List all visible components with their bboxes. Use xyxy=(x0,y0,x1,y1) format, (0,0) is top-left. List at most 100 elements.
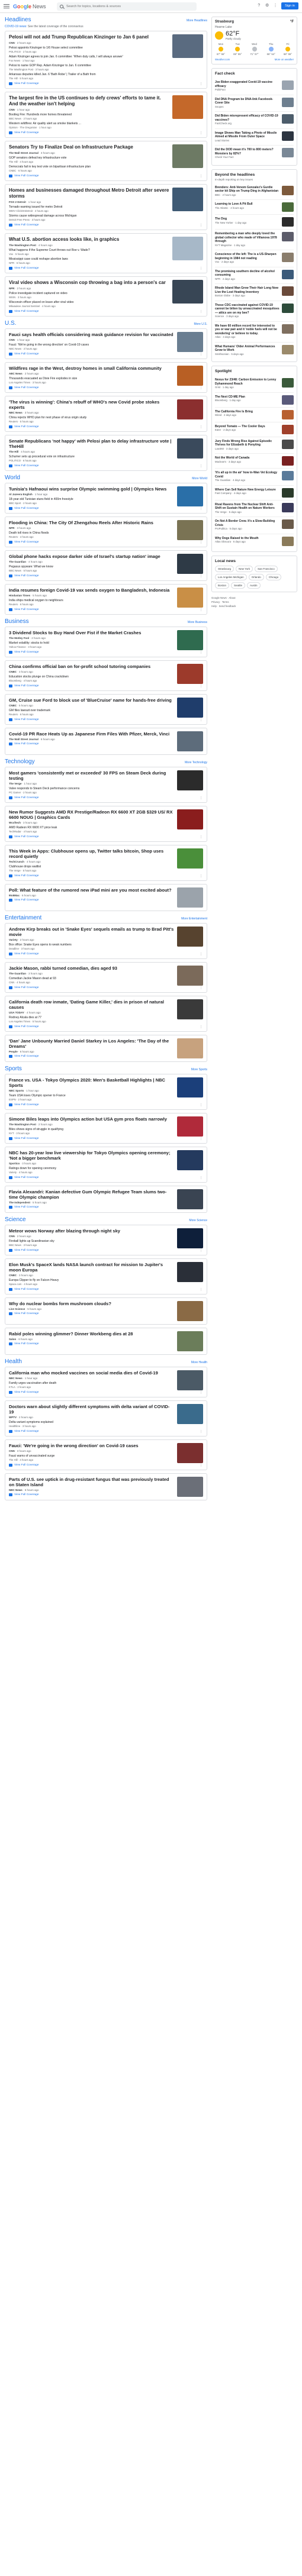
related-story-title[interactable]: Market volatility: stocks to hold xyxy=(9,641,49,645)
beyond-item-text[interactable]: We have 60 million record for interested… xyxy=(215,324,279,340)
spotlight-item-thumbnail[interactable] xyxy=(282,536,294,546)
beyond-item-text[interactable]: What Humans' Older Animal Performances G… xyxy=(215,345,279,357)
view-full-coverage-link[interactable]: View Full Coverage xyxy=(9,1288,174,1291)
beyond-item-thumbnail[interactable] xyxy=(282,303,294,313)
story-headline[interactable]: Elon Musk's SpaceX lands NASA launch con… xyxy=(9,1262,174,1273)
view-full-coverage-link[interactable]: View Full Coverage xyxy=(9,131,169,134)
more-options-icon[interactable]: ⋮ xyxy=(200,1430,204,1434)
story-headline[interactable]: Simone Biles leaps into Olympics action … xyxy=(9,1116,174,1122)
related-story-title[interactable]: Wisconsin officer placed on leave after … xyxy=(9,301,73,304)
related-story-title[interactable]: GOP senators defeat key infrastructure v… xyxy=(9,156,66,160)
footer-line[interactable]: Help · Send feedback xyxy=(211,604,297,608)
story-source[interactable]: CNN xyxy=(9,108,15,111)
beyond-item[interactable]: Brenders: Anti-Venom Gonzalez's Gurdie s… xyxy=(215,183,294,200)
section-more-link[interactable]: More Science xyxy=(189,1219,207,1222)
story-thumbnail[interactable] xyxy=(177,587,203,608)
related-story-title[interactable]: Democrats fail in key test vote on bipar… xyxy=(9,165,91,169)
related-story[interactable]: Death toll rises in China floods Reuters … xyxy=(9,531,174,539)
related-story[interactable]: Police investigate incident captured on … xyxy=(9,292,169,299)
story-source[interactable]: ABC News xyxy=(9,372,23,375)
beyond-item[interactable]: Learning to Love A Pit Bull The Atlantic … xyxy=(215,199,294,214)
story-headline[interactable]: Jackie Mason, ​​rabbi turned comedian, d… xyxy=(9,966,174,971)
story-thumbnail[interactable] xyxy=(177,848,203,869)
weather-unit-toggle[interactable]: °F xyxy=(290,20,294,24)
story-thumbnail[interactable] xyxy=(177,664,203,684)
view-full-coverage-link[interactable]: View Full Coverage xyxy=(9,1025,174,1028)
story-source[interactable]: USA TODAY xyxy=(9,1011,24,1014)
story-headline[interactable]: 3 Dividend Stocks to Buy Hand Over Fist … xyxy=(9,630,174,635)
view-full-coverage-link[interactable]: View Full Coverage xyxy=(9,425,174,428)
view-full-coverage-link[interactable]: View Full Coverage xyxy=(9,1464,174,1467)
story-source[interactable]: Wccftech xyxy=(9,821,21,824)
view-full-coverage-link[interactable]: View Full Coverage xyxy=(9,986,174,989)
related-story-title[interactable]: Ratings down for opening ceremony xyxy=(9,1167,56,1170)
view-full-coverage-link[interactable]: View Full Coverage xyxy=(9,1249,174,1252)
story-headline[interactable]: New Rumor Suggests AMD RX Prestige/Radeo… xyxy=(9,809,174,820)
story-source[interactable]: CNBC xyxy=(9,704,17,707)
story-source[interactable]: The Motley Fool xyxy=(9,637,29,640)
section-more-link[interactable]: More Sports xyxy=(191,1068,207,1071)
story-source[interactable]: 9to5Mac xyxy=(9,894,20,897)
view-full-coverage-link[interactable]: View Full Coverage xyxy=(9,1206,174,1209)
related-story[interactable]: GOP senators defeat key infrastructure v… xyxy=(9,156,169,164)
story-headline[interactable]: Tunisia's Hafnaoui wins surprise Olympic… xyxy=(9,486,174,492)
more-options-icon[interactable]: ⋮ xyxy=(200,224,204,227)
location-chip[interactable]: Boston xyxy=(215,582,230,589)
beyond-item[interactable]: Remembering a man who deeply loved the g… xyxy=(215,229,294,250)
related-story[interactable]: Market volatility: stocks to hold Yahoo F… xyxy=(9,641,174,649)
story-source[interactable]: Salon xyxy=(9,1338,16,1341)
apps-grid-icon[interactable]: ⋮ xyxy=(273,4,278,8)
story-thumbnail[interactable] xyxy=(177,554,203,574)
story-headline[interactable]: What U.S. abortion access looks like, in… xyxy=(9,237,169,243)
related-story[interactable]: Fireball lights up Scandinavian sky BBC N… xyxy=(9,1239,174,1247)
related-story-title[interactable]: Pegasus spyware: What we know xyxy=(9,565,53,569)
spotlight-item-text[interactable]: Not the World of Canada Maclean's · 3 day… xyxy=(215,456,279,466)
more-options-icon[interactable]: ⋮ xyxy=(200,1249,204,1253)
more-options-icon[interactable]: ⋮ xyxy=(200,425,204,429)
view-full-coverage-link[interactable]: View Full Coverage xyxy=(9,507,174,510)
story-source[interactable]: The Wall Street Journal xyxy=(9,738,38,741)
story-headline[interactable]: Why do nuclear bombs form mushroom cloud… xyxy=(9,1301,174,1306)
more-options-icon[interactable]: ⋮ xyxy=(200,310,204,314)
section-title[interactable]: Entertainment xyxy=(5,915,41,921)
spotlight-item[interactable]: Where Can Sell Nature New Energy Leisure… xyxy=(215,485,294,500)
related-story-title[interactable]: Delta variant symptoms explained xyxy=(9,1421,53,1424)
story-thumbnail[interactable] xyxy=(172,95,203,119)
beyond-item-thumbnail[interactable] xyxy=(282,217,294,227)
story-thumbnail[interactable] xyxy=(177,1077,203,1097)
related-story-title[interactable]: India ships medical oxygen to neighbours xyxy=(9,599,63,602)
location-chip[interactable]: San Francisco xyxy=(255,565,278,572)
view-full-coverage-link[interactable]: View Full Coverage xyxy=(9,464,174,467)
view-full-coverage-link[interactable]: View Full Coverage xyxy=(9,1342,174,1345)
spotlight-item-thumbnail[interactable] xyxy=(282,378,294,388)
related-story-title[interactable]: AMD Radeon RX 6600 XT price leak xyxy=(9,826,57,829)
story-thumbnail[interactable] xyxy=(177,486,203,506)
spotlight-item[interactable]: The California Fire Is Bring Wired · 2 da… xyxy=(215,406,294,422)
story-source[interactable]: NBC Sports xyxy=(9,1089,24,1092)
view-full-coverage-link[interactable]: View Full Coverage xyxy=(9,1137,174,1140)
related-story-title[interactable]: Family urges vaccination after death xyxy=(9,1381,56,1385)
more-options-icon[interactable]: ⋮ xyxy=(200,82,204,86)
story-thumbnail[interactable] xyxy=(172,237,203,260)
view-full-coverage-link[interactable]: View Full Coverage xyxy=(9,685,174,687)
story-headline[interactable]: 'The virus is winning': China's rebuff o… xyxy=(9,399,174,410)
story-thumbnail[interactable] xyxy=(177,1443,203,1463)
more-options-icon[interactable]: ⋮ xyxy=(200,986,204,990)
section-title[interactable]: U.S. xyxy=(5,320,16,327)
fact-check-item-text[interactable]: Did the DOD mean it's 700 to 800 meters?… xyxy=(215,148,279,160)
related-story-title[interactable]: Europa Clipper to fly on Falcon Heavy xyxy=(9,1279,59,1282)
fact-check-item[interactable]: Did DNA Program be DNA-link Facebook-Cov… xyxy=(215,94,294,112)
view-full-coverage-link[interactable]: View Full Coverage xyxy=(9,899,174,902)
story-headline[interactable]: Pelosi will not add Trump Republican Kin… xyxy=(9,34,169,40)
related-story-title[interactable]: What happens if the Supreme Court throws… xyxy=(9,248,90,252)
related-story-title[interactable]: Adam Kinzinger agrees to join Jan. 6 com… xyxy=(9,55,123,59)
related-story-title[interactable]: Tornado warning issued for metro Detroit xyxy=(9,205,62,209)
more-options-icon[interactable]: ⋮ xyxy=(200,1464,204,1467)
related-story[interactable]: Team USA loses Olympic opener to France E… xyxy=(9,1094,174,1102)
more-options-icon[interactable]: ⋮ xyxy=(200,874,204,878)
related-story-title[interactable]: Rodney Alcala dies at 77 xyxy=(9,1016,41,1019)
related-story-title[interactable]: Police investigate incident captured on … xyxy=(9,292,68,295)
spotlight-item[interactable]: Jury Finds Wrong Rise Against Episodic T… xyxy=(215,436,294,454)
beyond-item[interactable]: What Humans' Older Animal Performances G… xyxy=(215,341,294,359)
view-full-coverage-link[interactable]: View Full Coverage xyxy=(9,743,174,745)
